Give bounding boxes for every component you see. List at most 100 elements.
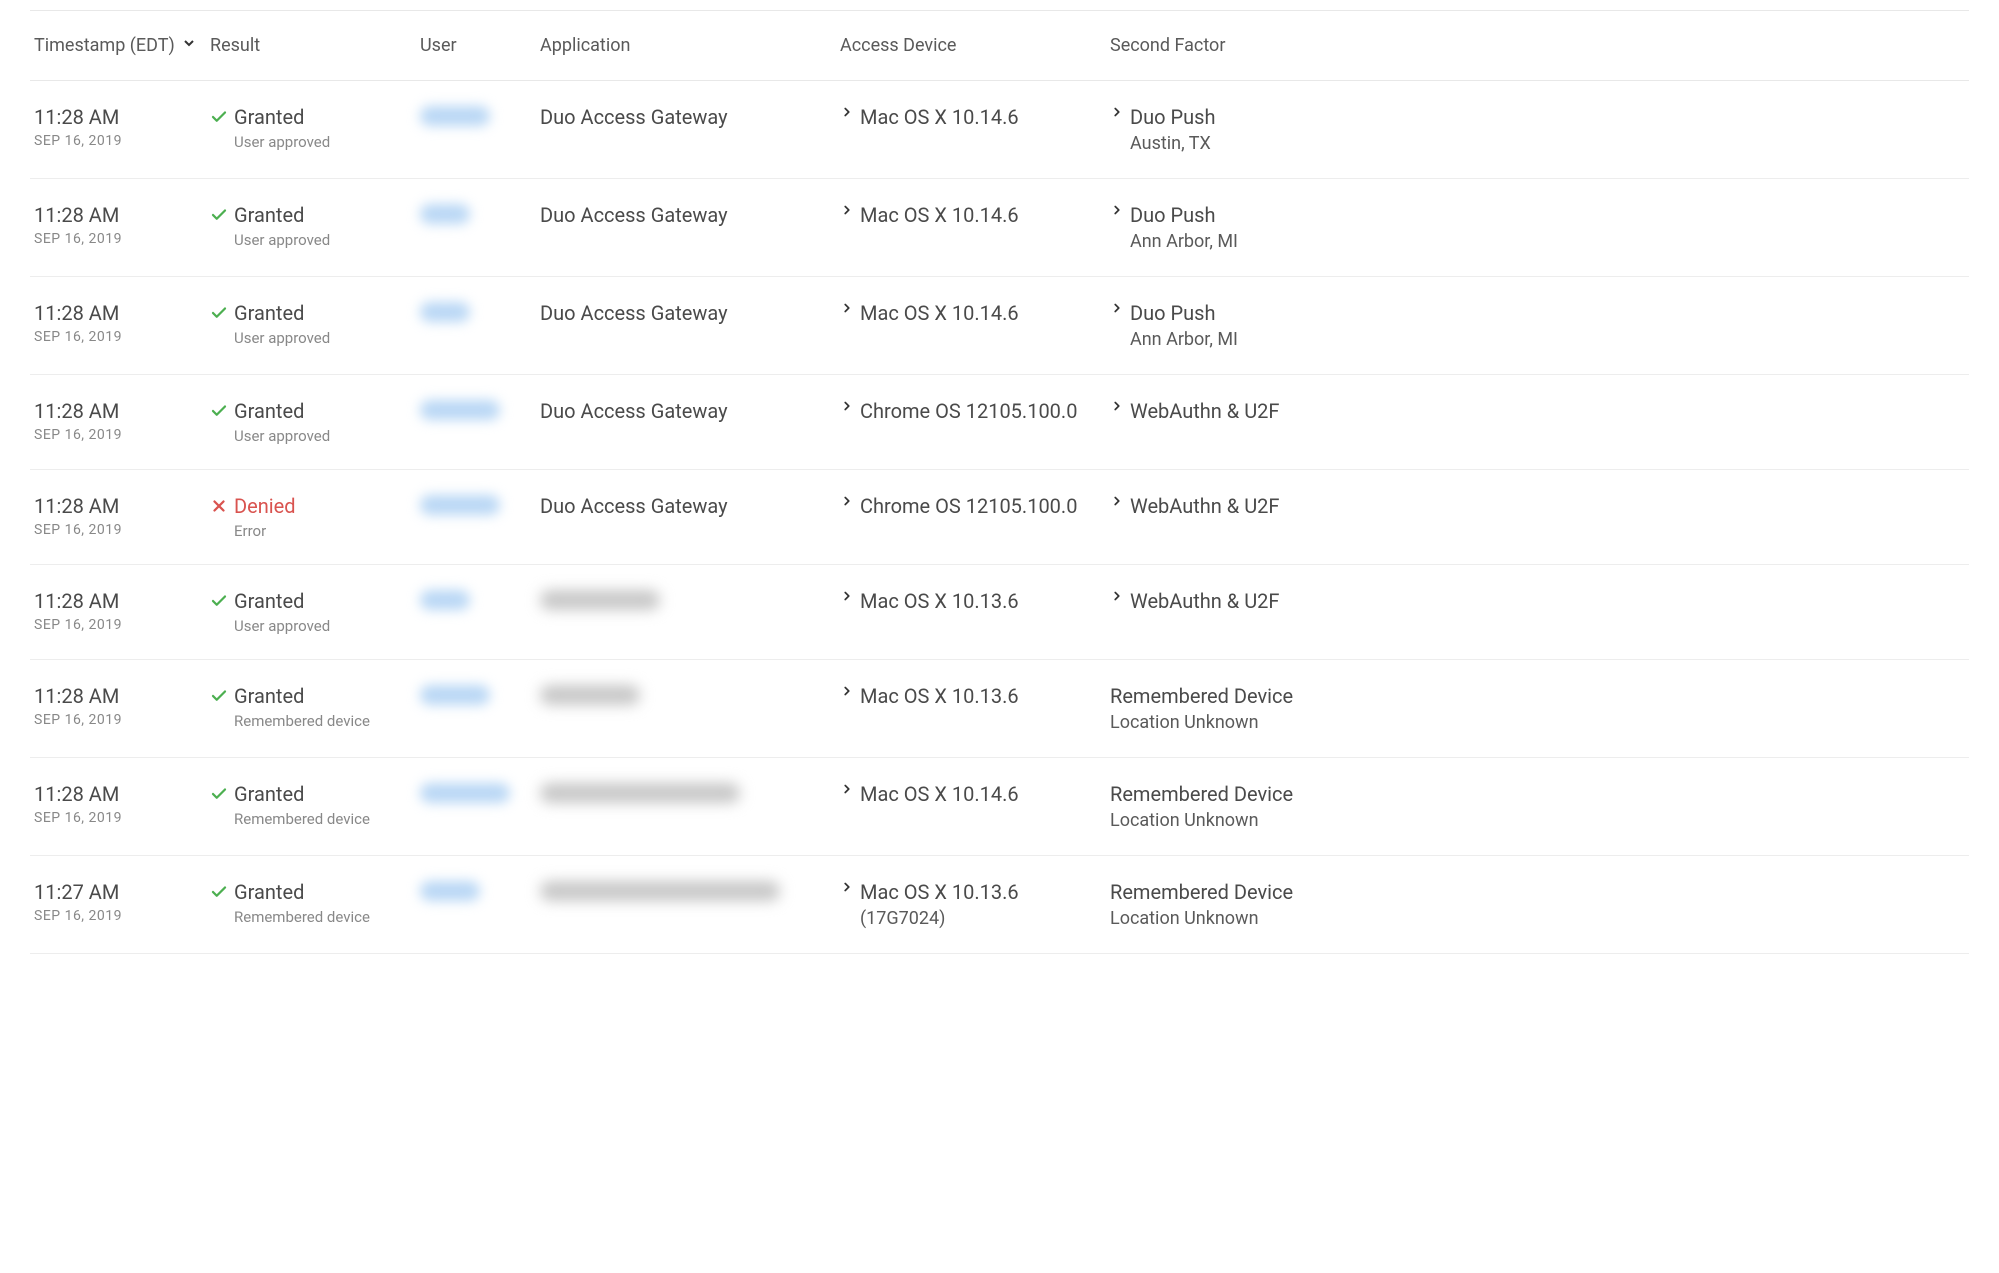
- chevron-right-icon[interactable]: [840, 105, 854, 119]
- user-redacted: [420, 685, 490, 705]
- chevron-right-icon[interactable]: [1110, 399, 1124, 413]
- cell-application[interactable]: [540, 684, 840, 733]
- cell-application[interactable]: Duo Access Gateway: [540, 203, 840, 252]
- factor-sub: Ann Arbor, MI: [1130, 329, 1969, 350]
- cell-second-factor[interactable]: Remembered DeviceLocation Unknown: [1110, 782, 1969, 831]
- result-text: Granted: [234, 301, 304, 325]
- chevron-right-icon[interactable]: [840, 494, 854, 508]
- user-redacted: [420, 495, 500, 515]
- user-redacted: [420, 302, 470, 322]
- chevron-right-icon[interactable]: [840, 782, 854, 796]
- cell-second-factor[interactable]: Duo PushAnn Arbor, MI: [1110, 301, 1969, 350]
- factor-text: WebAuthn & U2F: [1130, 399, 1279, 423]
- table-row[interactable]: 11:27 AMSEP 16, 2019GrantedRemembered de…: [30, 856, 1969, 954]
- cell-user[interactable]: [420, 494, 540, 540]
- check-icon: [210, 402, 228, 420]
- cell-user[interactable]: [420, 105, 540, 154]
- factor-sub: Austin, TX: [1130, 133, 1969, 154]
- table-row[interactable]: 11:28 AMSEP 16, 2019DeniedErrorDuo Acces…: [30, 470, 1969, 565]
- chevron-right-icon[interactable]: [840, 399, 854, 413]
- table-row[interactable]: 11:28 AMSEP 16, 2019GrantedRemembered de…: [30, 660, 1969, 758]
- cell-second-factor[interactable]: WebAuthn & U2F: [1110, 589, 1969, 635]
- cell-timestamp: 11:28 AMSEP 16, 2019: [30, 494, 210, 540]
- user-redacted: [420, 400, 500, 420]
- cell-access-device[interactable]: Chrome OS 12105.100.0: [840, 399, 1110, 445]
- header-user[interactable]: User: [420, 35, 540, 56]
- chevron-right-icon[interactable]: [1110, 301, 1124, 315]
- timestamp-date: SEP 16, 2019: [34, 712, 210, 728]
- table-row[interactable]: 11:28 AMSEP 16, 2019GrantedUser approved…: [30, 277, 1969, 375]
- cell-user[interactable]: [420, 782, 540, 831]
- header-timestamp[interactable]: Timestamp (EDT): [30, 35, 210, 56]
- table-row[interactable]: 11:28 AMSEP 16, 2019GrantedUser approved…: [30, 179, 1969, 277]
- chevron-right-icon[interactable]: [840, 301, 854, 315]
- application-redacted: [540, 783, 740, 803]
- chevron-right-icon[interactable]: [840, 589, 854, 603]
- cell-application[interactable]: [540, 589, 840, 635]
- user-redacted: [420, 590, 470, 610]
- result-sub: User approved: [234, 427, 420, 445]
- cell-second-factor[interactable]: Duo PushAustin, TX: [1110, 105, 1969, 154]
- cell-timestamp: 11:28 AMSEP 16, 2019: [30, 203, 210, 252]
- cell-second-factor[interactable]: Remembered DeviceLocation Unknown: [1110, 684, 1969, 733]
- check-icon: [210, 785, 228, 803]
- header-label: Access Device: [840, 35, 956, 56]
- cell-user[interactable]: [420, 589, 540, 635]
- cell-application[interactable]: Duo Access Gateway: [540, 301, 840, 350]
- chevron-right-icon[interactable]: [840, 203, 854, 217]
- cell-application[interactable]: Duo Access Gateway: [540, 399, 840, 445]
- timestamp-time: 11:28 AM: [34, 494, 210, 518]
- device-text: Mac OS X 10.14.6: [860, 782, 1019, 806]
- cell-access-device[interactable]: Mac OS X 10.13.6(17G7024): [840, 880, 1110, 929]
- cell-user[interactable]: [420, 880, 540, 929]
- header-second-factor[interactable]: Second Factor: [1110, 35, 1969, 56]
- device-text: Chrome OS 12105.100.0: [860, 494, 1077, 518]
- table-row[interactable]: 11:28 AMSEP 16, 2019 Granted User approved…: [30, 375, 1969, 470]
- cell-timestamp: 11:28 AM SEP 16, 2019: [30, 684, 210, 733]
- header-result[interactable]: Result: [210, 35, 420, 56]
- user-redacted: [420, 204, 470, 224]
- cell-access-device[interactable]: Mac OS X 10.13.6: [840, 684, 1110, 733]
- header-label: Timestamp (EDT): [34, 35, 175, 56]
- cell-access-device[interactable]: Mac OS X 10.14.6: [840, 203, 1110, 252]
- cell-second-factor[interactable]: Duo PushAnn Arbor, MI: [1110, 203, 1969, 252]
- x-icon: [210, 497, 228, 515]
- cell-access-device[interactable]: Chrome OS 12105.100.0: [840, 494, 1110, 540]
- chevron-right-icon[interactable]: [1110, 494, 1124, 508]
- cell-user[interactable]: [420, 684, 540, 733]
- cell-access-device[interactable]: Mac OS X 10.14.6: [840, 301, 1110, 350]
- timestamp-date: SEP 16, 2019: [34, 329, 210, 345]
- cell-second-factor[interactable]: WebAuthn & U2F: [1110, 399, 1969, 445]
- application-text: Duo Access Gateway: [540, 105, 728, 129]
- cell-access-device[interactable]: Mac OS X 10.14.6: [840, 105, 1110, 154]
- chevron-right-icon[interactable]: [1110, 105, 1124, 119]
- user-redacted: [420, 881, 480, 901]
- cell-access-device[interactable]: Mac OS X 10.13.6: [840, 589, 1110, 635]
- cell-second-factor[interactable]: Remembered DeviceLocation Unknown: [1110, 880, 1969, 929]
- cell-application[interactable]: [540, 880, 840, 929]
- result-sub: Remembered device: [234, 810, 420, 828]
- chevron-right-icon[interactable]: [840, 880, 854, 894]
- chevron-right-icon[interactable]: [840, 684, 854, 698]
- timestamp-time: 11:28 AM: [34, 684, 210, 708]
- table-row[interactable]: 11:28 AMSEP 16, 2019GrantedUser approved…: [30, 565, 1969, 660]
- cell-application[interactable]: Duo Access Gateway: [540, 494, 840, 540]
- header-access-device[interactable]: Access Device: [840, 35, 1110, 56]
- device-text: Mac OS X 10.13.6: [860, 880, 1019, 904]
- timestamp-time: 11:28 AM: [34, 105, 210, 129]
- cell-second-factor[interactable]: WebAuthn & U2F: [1110, 494, 1969, 540]
- cell-access-device[interactable]: Mac OS X 10.14.6: [840, 782, 1110, 831]
- header-application[interactable]: Application: [540, 35, 840, 56]
- cell-user[interactable]: [420, 203, 540, 252]
- factor-sub: Location Unknown: [1110, 810, 1969, 831]
- result-text: Granted: [234, 399, 304, 423]
- chevron-right-icon[interactable]: [1110, 589, 1124, 603]
- table-row[interactable]: 11:28 AMSEP 16, 2019GrantedUser approved…: [30, 81, 1969, 179]
- cell-application[interactable]: Duo Access Gateway: [540, 105, 840, 154]
- table-row[interactable]: 11:28 AMSEP 16, 2019GrantedRemembered de…: [30, 758, 1969, 856]
- cell-user[interactable]: [420, 301, 540, 350]
- chevron-right-icon[interactable]: [1110, 203, 1124, 217]
- cell-application[interactable]: [540, 782, 840, 831]
- cell-user[interactable]: [420, 399, 540, 445]
- cell-timestamp: 11:28 AMSEP 16, 2019: [30, 399, 210, 445]
